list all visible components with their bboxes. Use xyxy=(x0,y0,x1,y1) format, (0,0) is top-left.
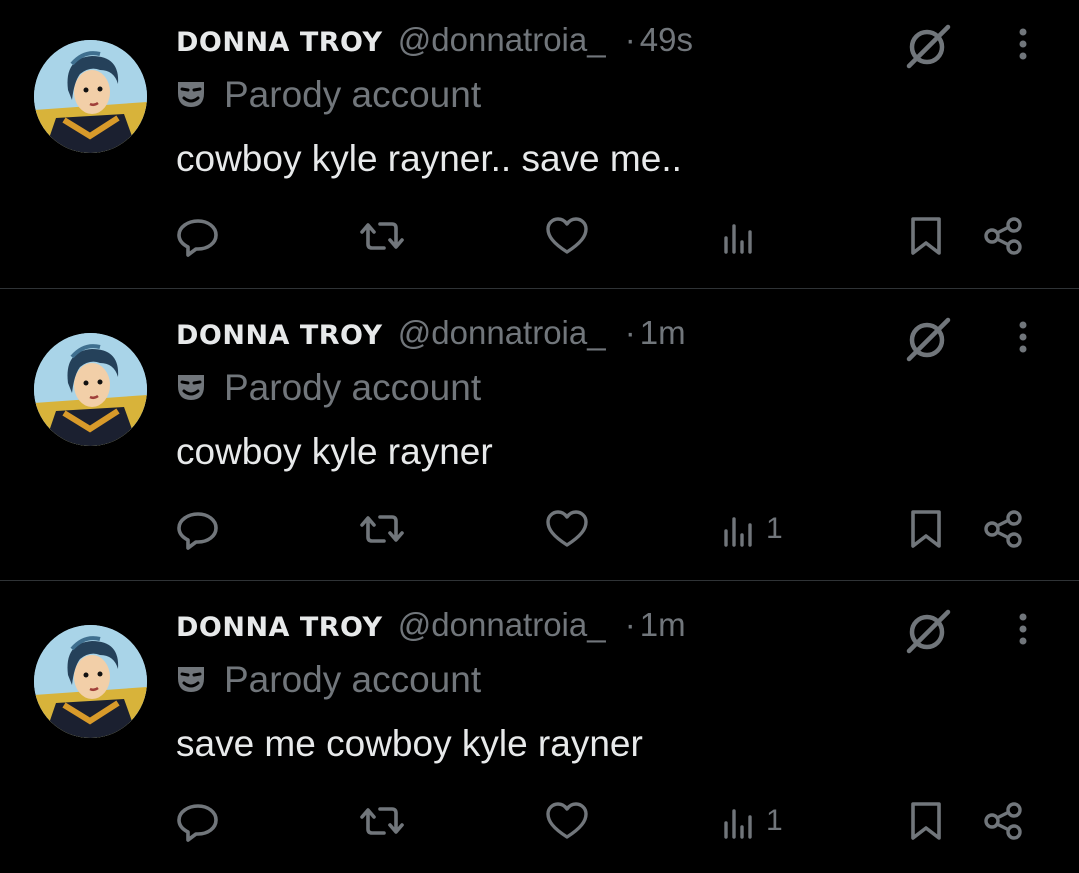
tweet-text: cowboy kyle rayner xyxy=(176,431,493,472)
timestamp[interactable]: 1m xyxy=(640,606,686,643)
tweet-header: DONNA TROY @donnatroia_ · 49s xyxy=(176,18,693,65)
display-name[interactable]: DONNA TROY xyxy=(176,612,383,643)
reply-button[interactable] xyxy=(176,499,220,559)
heart-icon xyxy=(546,217,588,254)
separator: · xyxy=(624,21,636,58)
retweet-icon xyxy=(360,515,404,543)
parody-label-text: Parody account xyxy=(224,74,482,115)
parody-label-text: Parody account xyxy=(224,659,482,700)
retweet-button[interactable] xyxy=(356,206,408,266)
timestamp[interactable]: 1m xyxy=(640,314,686,351)
separator: · xyxy=(624,314,636,351)
parody-label: Parody account xyxy=(176,657,481,703)
share-icon xyxy=(984,217,1022,255)
separator: · xyxy=(624,606,636,643)
timestamp[interactable]: 49s xyxy=(640,21,693,58)
tweet-text: save me cowboy kyle rayner xyxy=(176,723,643,764)
theater-mask-icon xyxy=(176,367,206,400)
tweet[interactable]: DONNA TROY @donnatroia_ · 1m Parody accou… xyxy=(0,580,1079,873)
theater-mask-icon xyxy=(176,74,206,107)
reply-icon xyxy=(177,512,218,550)
more-icon[interactable] xyxy=(1006,607,1040,651)
display-name[interactable]: DONNA TROY xyxy=(176,320,383,351)
parody-label: Parody account xyxy=(176,72,481,118)
action-bar xyxy=(0,206,1079,266)
action-bar: 1 xyxy=(0,499,1079,559)
reply-button[interactable] xyxy=(176,206,220,266)
retweet-icon xyxy=(360,807,404,835)
display-name[interactable]: DONNA TROY xyxy=(176,27,383,58)
views-icon xyxy=(724,517,752,547)
tweet[interactable]: DONNA TROY @donnatroia_ · 49s Parody acco… xyxy=(0,0,1079,288)
bookmark-icon xyxy=(911,510,941,548)
like-button[interactable] xyxy=(545,206,589,266)
avatar[interactable] xyxy=(34,40,147,153)
views-icon xyxy=(724,224,752,254)
like-button[interactable] xyxy=(545,499,589,559)
reply-icon xyxy=(177,804,218,842)
retweet-icon xyxy=(360,222,404,250)
reply-icon xyxy=(177,219,218,257)
bookmark-button[interactable] xyxy=(908,499,944,559)
avatar[interactable] xyxy=(34,625,147,738)
share-icon xyxy=(984,510,1022,548)
retweet-button[interactable] xyxy=(356,499,408,559)
views-icon xyxy=(724,809,752,839)
user-handle[interactable]: @donnatroia_ xyxy=(398,606,606,643)
grok-icon[interactable] xyxy=(902,313,954,365)
more-icon[interactable] xyxy=(1006,22,1040,66)
reply-button[interactable] xyxy=(176,791,220,851)
user-handle[interactable]: @donnatroia_ xyxy=(398,314,606,351)
share-button[interactable] xyxy=(982,791,1026,851)
action-bar: 1 xyxy=(0,791,1079,851)
bookmark-icon xyxy=(911,802,941,840)
parody-label-text: Parody account xyxy=(224,367,482,408)
more-icon[interactable] xyxy=(1006,315,1040,359)
views-count: 1 xyxy=(766,512,783,545)
theater-mask-icon xyxy=(176,659,206,692)
grok-icon[interactable] xyxy=(902,20,954,72)
share-button[interactable] xyxy=(982,499,1026,559)
heart-icon xyxy=(546,802,588,839)
grok-icon[interactable] xyxy=(902,605,954,657)
tweet[interactable]: DONNA TROY @donnatroia_ · 1m Parody accou… xyxy=(0,288,1079,581)
bookmark-icon xyxy=(911,217,941,255)
views-button[interactable] xyxy=(720,206,766,266)
tweet-header: DONNA TROY @donnatroia_ · 1m xyxy=(176,311,686,358)
views-button[interactable]: 1 xyxy=(720,791,783,851)
retweet-button[interactable] xyxy=(356,791,408,851)
views-count: 1 xyxy=(766,804,783,837)
heart-icon xyxy=(546,510,588,547)
user-handle[interactable]: @donnatroia_ xyxy=(398,21,606,58)
like-button[interactable] xyxy=(545,791,589,851)
tweet-text: cowboy kyle rayner.. save me.. xyxy=(176,138,682,179)
avatar[interactable] xyxy=(34,333,147,446)
views-button[interactable]: 1 xyxy=(720,499,783,559)
parody-label: Parody account xyxy=(176,365,481,411)
bookmark-button[interactable] xyxy=(908,791,944,851)
share-button[interactable] xyxy=(982,206,1026,266)
bookmark-button[interactable] xyxy=(908,206,944,266)
tweet-header: DONNA TROY @donnatroia_ · 1m xyxy=(176,603,686,650)
share-icon xyxy=(984,802,1022,840)
